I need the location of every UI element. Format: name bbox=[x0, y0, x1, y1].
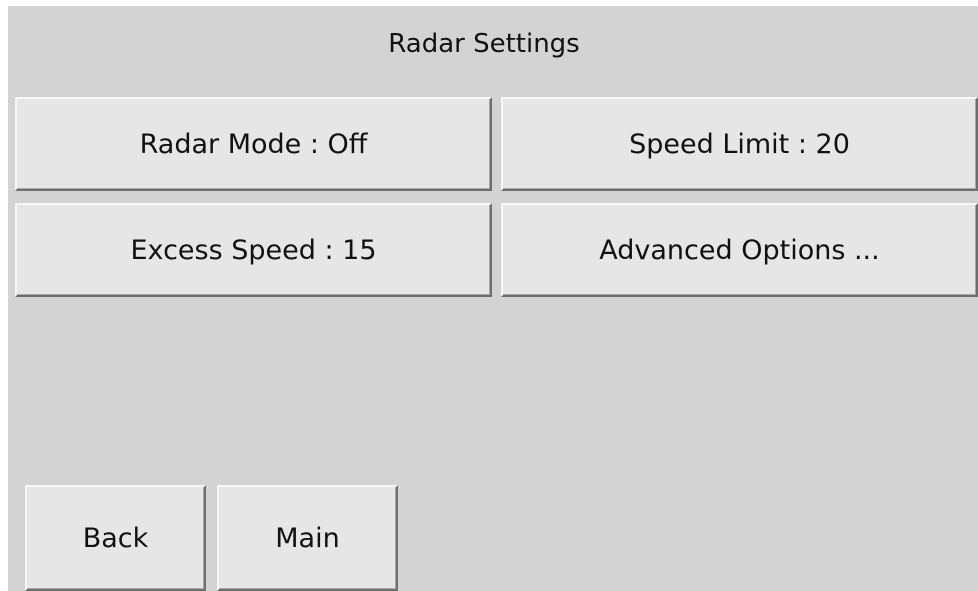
main-label: Main bbox=[275, 522, 340, 554]
advanced-options-label: Advanced Options ... bbox=[599, 234, 880, 266]
page-title: Radar Settings bbox=[388, 29, 580, 59]
radar-settings-screen: Radar Settings Radar Mode : Off Speed Li… bbox=[8, 6, 978, 591]
excess-speed-label: Excess Speed : 15 bbox=[130, 234, 377, 266]
speed-limit-button[interactable]: Speed Limit : 20 bbox=[501, 97, 978, 191]
excess-speed-button[interactable]: Excess Speed : 15 bbox=[15, 203, 492, 297]
main-button[interactable]: Main bbox=[217, 485, 398, 591]
advanced-options-button[interactable]: Advanced Options ... bbox=[501, 203, 978, 297]
radar-mode-label: Radar Mode : Off bbox=[139, 128, 368, 160]
back-label: Back bbox=[82, 522, 149, 554]
back-button[interactable]: Back bbox=[25, 485, 206, 591]
speed-limit-label: Speed Limit : 20 bbox=[629, 128, 850, 160]
radar-mode-button[interactable]: Radar Mode : Off bbox=[15, 97, 492, 191]
